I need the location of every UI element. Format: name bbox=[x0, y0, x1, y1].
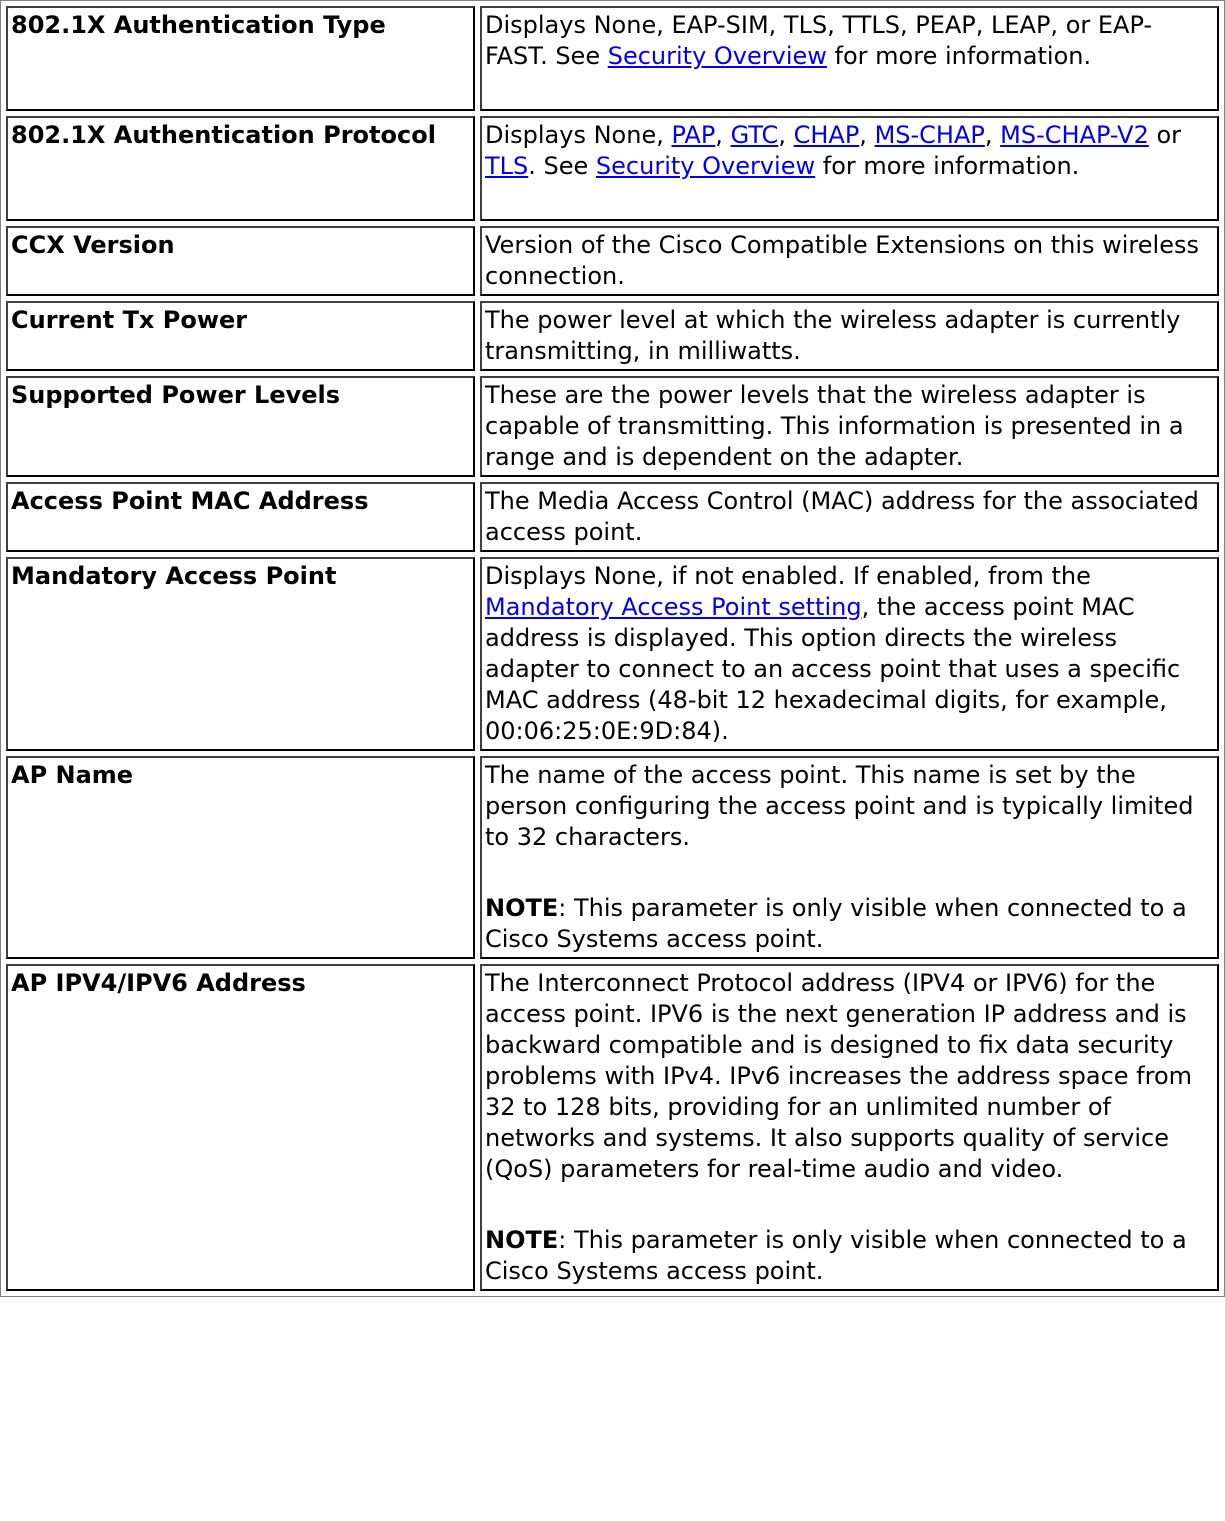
tls-link[interactable]: TLS bbox=[485, 152, 528, 180]
desc-text: The Interconnect Protocol address (IPV4 … bbox=[485, 969, 1193, 1183]
param-name: AP Name bbox=[6, 756, 475, 959]
note-text: : This parameter is only visible when co… bbox=[485, 1226, 1187, 1285]
param-description: Version of the Cisco Compatible Extensio… bbox=[480, 226, 1219, 296]
table-row: Access Point MAC Address The Media Acces… bbox=[6, 482, 1219, 552]
param-description: These are the power levels that the wire… bbox=[480, 376, 1219, 477]
note-label: NOTE bbox=[485, 1226, 559, 1254]
security-overview-link[interactable]: Security Overview bbox=[608, 42, 827, 70]
pap-link[interactable]: PAP bbox=[671, 121, 715, 149]
table-row: AP IPV4/IPV6 Address The Interconnect Pr… bbox=[6, 964, 1219, 1291]
separator: , bbox=[859, 121, 875, 149]
chap-link[interactable]: CHAP bbox=[794, 121, 860, 149]
param-name: Mandatory Access Point bbox=[6, 557, 475, 751]
ms-chap-v2-link[interactable]: MS-CHAP-V2 bbox=[1000, 121, 1149, 149]
desc-text: for more information. bbox=[815, 152, 1080, 180]
table-row: Current Tx Power The power level at whic… bbox=[6, 301, 1219, 371]
desc-text: or bbox=[1148, 121, 1182, 149]
table-row: AP Name The name of the access point. Th… bbox=[6, 756, 1219, 959]
param-description: Displays None, PAP, GTC, CHAP, MS-CHAP, … bbox=[480, 116, 1219, 221]
param-name: Supported Power Levels bbox=[6, 376, 475, 477]
desc-text: . See bbox=[528, 152, 596, 180]
param-name: AP IPV4/IPV6 Address bbox=[6, 964, 475, 1291]
table-row: CCX Version Version of the Cisco Compati… bbox=[6, 226, 1219, 296]
param-description: Displays None, EAP-SIM, TLS, TTLS, PEAP,… bbox=[480, 6, 1219, 111]
gtc-link[interactable]: GTC bbox=[731, 121, 779, 149]
note-label: NOTE bbox=[485, 894, 559, 922]
param-description: The name of the access point. This name … bbox=[480, 756, 1219, 959]
desc-text: The name of the access point. This name … bbox=[485, 761, 1194, 851]
note-text: : This parameter is only visible when co… bbox=[485, 894, 1187, 953]
table-row: Mandatory Access Point Displays None, if… bbox=[6, 557, 1219, 751]
param-name: Access Point MAC Address bbox=[6, 482, 475, 552]
param-description: The power level at which the wireless ad… bbox=[480, 301, 1219, 371]
param-name: 802.1X Authentication Protocol bbox=[6, 116, 475, 221]
security-overview-link[interactable]: Security Overview bbox=[596, 152, 815, 180]
table-row: 802.1X Authentication Protocol Displays … bbox=[6, 116, 1219, 221]
separator: , bbox=[715, 121, 731, 149]
param-name: CCX Version bbox=[6, 226, 475, 296]
separator: , bbox=[984, 121, 1001, 149]
separator: , bbox=[778, 121, 794, 149]
param-description: Displays None, if not enabled. If enable… bbox=[480, 557, 1219, 751]
parameters-table: 802.1X Authentication Type Displays None… bbox=[0, 0, 1225, 1297]
param-description: The Media Access Control (MAC) address f… bbox=[480, 482, 1219, 552]
mandatory-access-point-setting-link[interactable]: Mandatory Access Point setting bbox=[485, 593, 862, 621]
desc-text: Displays None, if not enabled. If enable… bbox=[485, 562, 1091, 590]
ms-chap-link[interactable]: MS-CHAP bbox=[875, 121, 985, 149]
param-name: 802.1X Authentication Type bbox=[6, 6, 475, 111]
param-name: Current Tx Power bbox=[6, 301, 475, 371]
param-description: The Interconnect Protocol address (IPV4 … bbox=[480, 964, 1219, 1291]
table-row: 802.1X Authentication Type Displays None… bbox=[6, 6, 1219, 111]
desc-text: for more information. bbox=[826, 42, 1092, 70]
desc-text: Displays None, bbox=[485, 121, 672, 149]
table-row: Supported Power Levels These are the pow… bbox=[6, 376, 1219, 477]
